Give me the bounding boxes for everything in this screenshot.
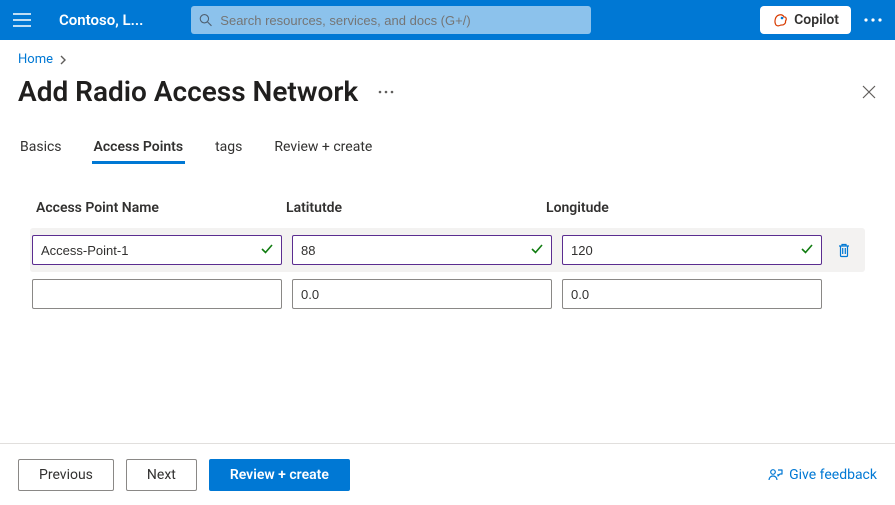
chevron-right-icon bbox=[59, 55, 67, 65]
top-overflow-button[interactable] bbox=[861, 8, 885, 32]
tenant-name[interactable]: Contoso, L... bbox=[59, 11, 169, 29]
search-input[interactable] bbox=[218, 12, 583, 29]
copilot-button[interactable]: Copilot bbox=[760, 6, 851, 34]
page-overflow-button[interactable] bbox=[378, 90, 394, 94]
delete-row-button[interactable] bbox=[832, 238, 856, 262]
more-horizontal-icon bbox=[378, 90, 394, 94]
tab-tags[interactable]: tags bbox=[213, 133, 244, 164]
copilot-label: Copilot bbox=[794, 12, 839, 28]
tab-access-points[interactable]: Access Points bbox=[92, 133, 186, 164]
feedback-icon bbox=[767, 467, 783, 483]
give-feedback-link[interactable]: Give feedback bbox=[767, 467, 877, 483]
review-create-button[interactable]: Review + create bbox=[209, 459, 350, 491]
table-row bbox=[30, 272, 865, 316]
global-search[interactable] bbox=[191, 6, 591, 34]
check-icon bbox=[260, 242, 274, 256]
table-row bbox=[30, 228, 865, 272]
tabs: Basics Access Points tags Review + creat… bbox=[18, 133, 877, 164]
access-point-name-input[interactable] bbox=[32, 279, 282, 309]
check-icon bbox=[800, 242, 814, 256]
top-bar: Contoso, L... Copilot bbox=[0, 0, 895, 40]
previous-button[interactable]: Previous bbox=[18, 459, 114, 491]
search-icon bbox=[199, 13, 212, 27]
more-horizontal-icon bbox=[864, 18, 882, 22]
tab-review-create[interactable]: Review + create bbox=[272, 133, 374, 164]
column-header-longitude: Longitude bbox=[546, 200, 806, 216]
hamburger-icon bbox=[13, 13, 31, 27]
latitude-input[interactable] bbox=[292, 235, 552, 265]
longitude-input[interactable] bbox=[562, 279, 822, 309]
page-title: Add Radio Access Network bbox=[18, 75, 358, 108]
access-point-name-input[interactable] bbox=[32, 235, 282, 265]
trash-icon bbox=[836, 242, 852, 258]
next-button[interactable]: Next bbox=[126, 459, 197, 491]
hamburger-menu-button[interactable] bbox=[10, 8, 34, 32]
latitude-input[interactable] bbox=[292, 279, 552, 309]
check-icon bbox=[530, 242, 544, 256]
column-header-name: Access Point Name bbox=[36, 200, 286, 216]
breadcrumb-home[interactable]: Home bbox=[18, 52, 53, 67]
feedback-label: Give feedback bbox=[789, 467, 877, 483]
tab-basics[interactable]: Basics bbox=[18, 133, 64, 164]
longitude-input[interactable] bbox=[562, 235, 822, 265]
breadcrumb: Home bbox=[18, 52, 877, 67]
close-button[interactable] bbox=[861, 84, 877, 100]
footer-bar: Previous Next Review + create Give feedb… bbox=[0, 443, 895, 505]
copilot-icon bbox=[772, 12, 788, 28]
close-icon bbox=[861, 84, 877, 100]
access-points-table: Access Point Name Latitutde Longitude bbox=[30, 194, 865, 316]
column-header-latitude: Latitutde bbox=[286, 200, 546, 216]
